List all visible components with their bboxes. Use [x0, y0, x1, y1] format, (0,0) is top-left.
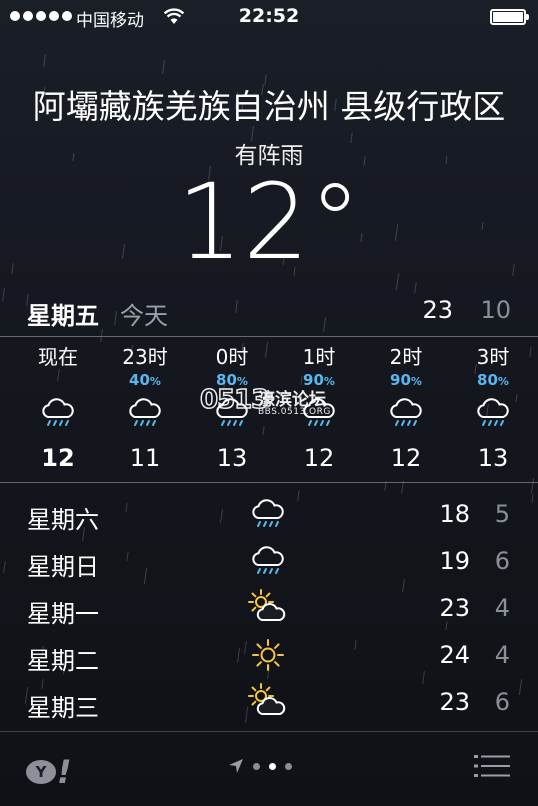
day-low: 4 — [494, 594, 510, 622]
precip-chance — [14, 370, 102, 390]
precip-chance: 80% — [449, 370, 537, 390]
daily-row: 星期二 24 4 — [0, 633, 538, 679]
hour-temp: 13 — [216, 444, 248, 472]
daily-row: 星期六 18 5 — [0, 492, 538, 538]
forum-watermark: 0513 濠滨论坛 BBS.0513.ORG — [199, 384, 340, 419]
precip-chance: 90% — [362, 370, 450, 390]
hour-time: 23时 — [122, 345, 168, 369]
daily-row: 星期三 23 6 — [0, 680, 538, 726]
status-clock: 22:52 — [238, 5, 300, 27]
rain-cloud-icon — [14, 390, 102, 436]
day-name: 星期三 — [27, 694, 99, 722]
rain-cloud-icon — [246, 541, 290, 581]
watermark-url: BBS.0513.ORG — [258, 407, 331, 417]
page-dot[interactable] — [285, 762, 292, 770]
day-high: 23 — [439, 594, 470, 622]
rain-cloud-icon — [449, 390, 537, 436]
percent-sign: % — [410, 375, 422, 388]
hour-time: 1时 — [302, 345, 336, 369]
page-indicator[interactable] — [228, 758, 292, 774]
current-temperature: 12° — [176, 161, 362, 283]
hourly-item: 3时 80% 13 — [449, 338, 537, 472]
rain-cloud-icon — [362, 390, 450, 436]
precip-chance: 40% — [101, 370, 189, 390]
page-dot[interactable] — [253, 762, 260, 770]
hour-time: 0时 — [215, 345, 249, 369]
day-name: 星期二 — [27, 647, 99, 675]
today-label: 今天 — [120, 302, 168, 330]
today-high: 23 — [422, 296, 453, 324]
yahoo-logo-bang: ! — [57, 753, 72, 791]
page-dot-active[interactable] — [269, 762, 276, 770]
hour-time: 现在 — [38, 345, 78, 369]
battery-icon — [490, 9, 529, 25]
yahoo-logo[interactable]: Y ! — [26, 753, 74, 791]
hourly-item: 23时 40% 11 — [101, 338, 189, 472]
day-name: 星期日 — [27, 553, 99, 581]
location-arrow-icon — [229, 759, 243, 773]
day-high: 18 — [439, 500, 470, 528]
hourly-item: 2时 90% 12 — [362, 338, 450, 472]
today-day: 星期五 — [27, 302, 99, 330]
precip-value: 80 — [477, 371, 498, 389]
today-low: 10 — [480, 296, 511, 324]
hour-temp: 11 — [129, 444, 161, 472]
day-low: 6 — [494, 688, 510, 716]
day-low: 4 — [494, 641, 510, 669]
list-menu-icon[interactable] — [474, 754, 510, 778]
partly-cloudy-icon — [246, 682, 290, 722]
day-high: 19 — [439, 547, 470, 575]
city-name: 阿壩藏族羌族自治州 县级行政区 — [32, 87, 506, 126]
rain-cloud-icon — [246, 494, 290, 534]
day-name: 星期一 — [27, 600, 99, 628]
day-high: 24 — [439, 641, 470, 669]
hour-temp: 13 — [477, 444, 509, 472]
hour-temp: 12 — [41, 444, 75, 472]
day-low: 6 — [494, 547, 510, 575]
percent-sign: % — [497, 375, 509, 388]
hour-temp: 12 — [390, 444, 422, 472]
precip-value: 40 — [129, 371, 150, 389]
divider — [0, 482, 538, 483]
rain-cloud-icon — [101, 390, 189, 436]
day-low: 5 — [494, 500, 510, 528]
today-summary: 星期五 今天 23 10 — [0, 296, 538, 332]
daily-row: 星期一 23 4 — [0, 586, 538, 632]
precip-value: 90 — [390, 371, 411, 389]
sun-icon — [246, 635, 290, 675]
day-name: 星期六 — [27, 506, 99, 534]
day-high: 23 — [439, 688, 470, 716]
hour-time: 3时 — [476, 345, 510, 369]
daily-row: 星期日 19 6 — [0, 539, 538, 585]
yahoo-logo-mark: Y — [26, 760, 56, 784]
status-bar: 中国移动 22:52 — [0, 0, 538, 36]
footer-toolbar: Y ! — [0, 734, 538, 806]
partly-cloudy-icon — [246, 588, 290, 628]
hour-time: 2时 — [389, 345, 423, 369]
hour-temp: 12 — [303, 444, 335, 472]
divider — [0, 336, 538, 337]
divider — [0, 731, 538, 732]
percent-sign: % — [149, 375, 161, 388]
hourly-item: 现在 12 — [14, 338, 102, 472]
